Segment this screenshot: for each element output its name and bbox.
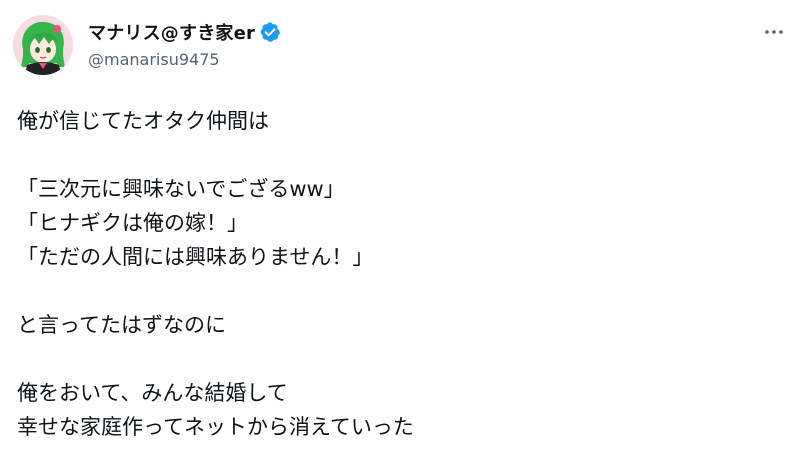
avatar[interactable] bbox=[13, 15, 73, 75]
more-horizontal-icon bbox=[765, 30, 783, 34]
tweet-text-line: 俺が信じてたオタク仲間は bbox=[17, 109, 269, 133]
tweet-text-line: と言ってたはずなのに bbox=[17, 313, 226, 337]
author-name-row: マナリス@すき家er bbox=[88, 20, 281, 44]
tweet-text-line: 「ヒナギクは俺の嫁！」 bbox=[17, 211, 248, 235]
tweet-text-line: 「ただの人間には興味ありません！」 bbox=[17, 245, 374, 269]
tweet-card: マナリス@すき家er @manarisu9475 俺が信じてたオタク仲間は 「三… bbox=[0, 0, 800, 451]
tweet-text: 俺が信じてたオタク仲間は 「三次元に興味ないでござるww」 「ヒナギクは俺の嫁！… bbox=[17, 104, 787, 444]
tweet-text-line: 俺をおいて、みんな結婚して bbox=[17, 381, 288, 405]
author-display-name[interactable]: マナリス@すき家er bbox=[88, 19, 255, 45]
tweet-text-line: 「三次元に興味ないでござるww」 bbox=[17, 177, 345, 201]
anime-character-avatar-icon bbox=[13, 15, 73, 75]
tweet-text-line: 幸せな家庭作ってネットから消えていった bbox=[17, 415, 414, 439]
tweet-text-line bbox=[17, 274, 787, 308]
more-options-button[interactable] bbox=[758, 20, 790, 44]
author-handle[interactable]: @manarisu9475 bbox=[88, 50, 220, 69]
tweet-text-line bbox=[17, 138, 787, 172]
verified-badge-icon bbox=[259, 21, 281, 43]
tweet-text-line bbox=[17, 342, 787, 376]
